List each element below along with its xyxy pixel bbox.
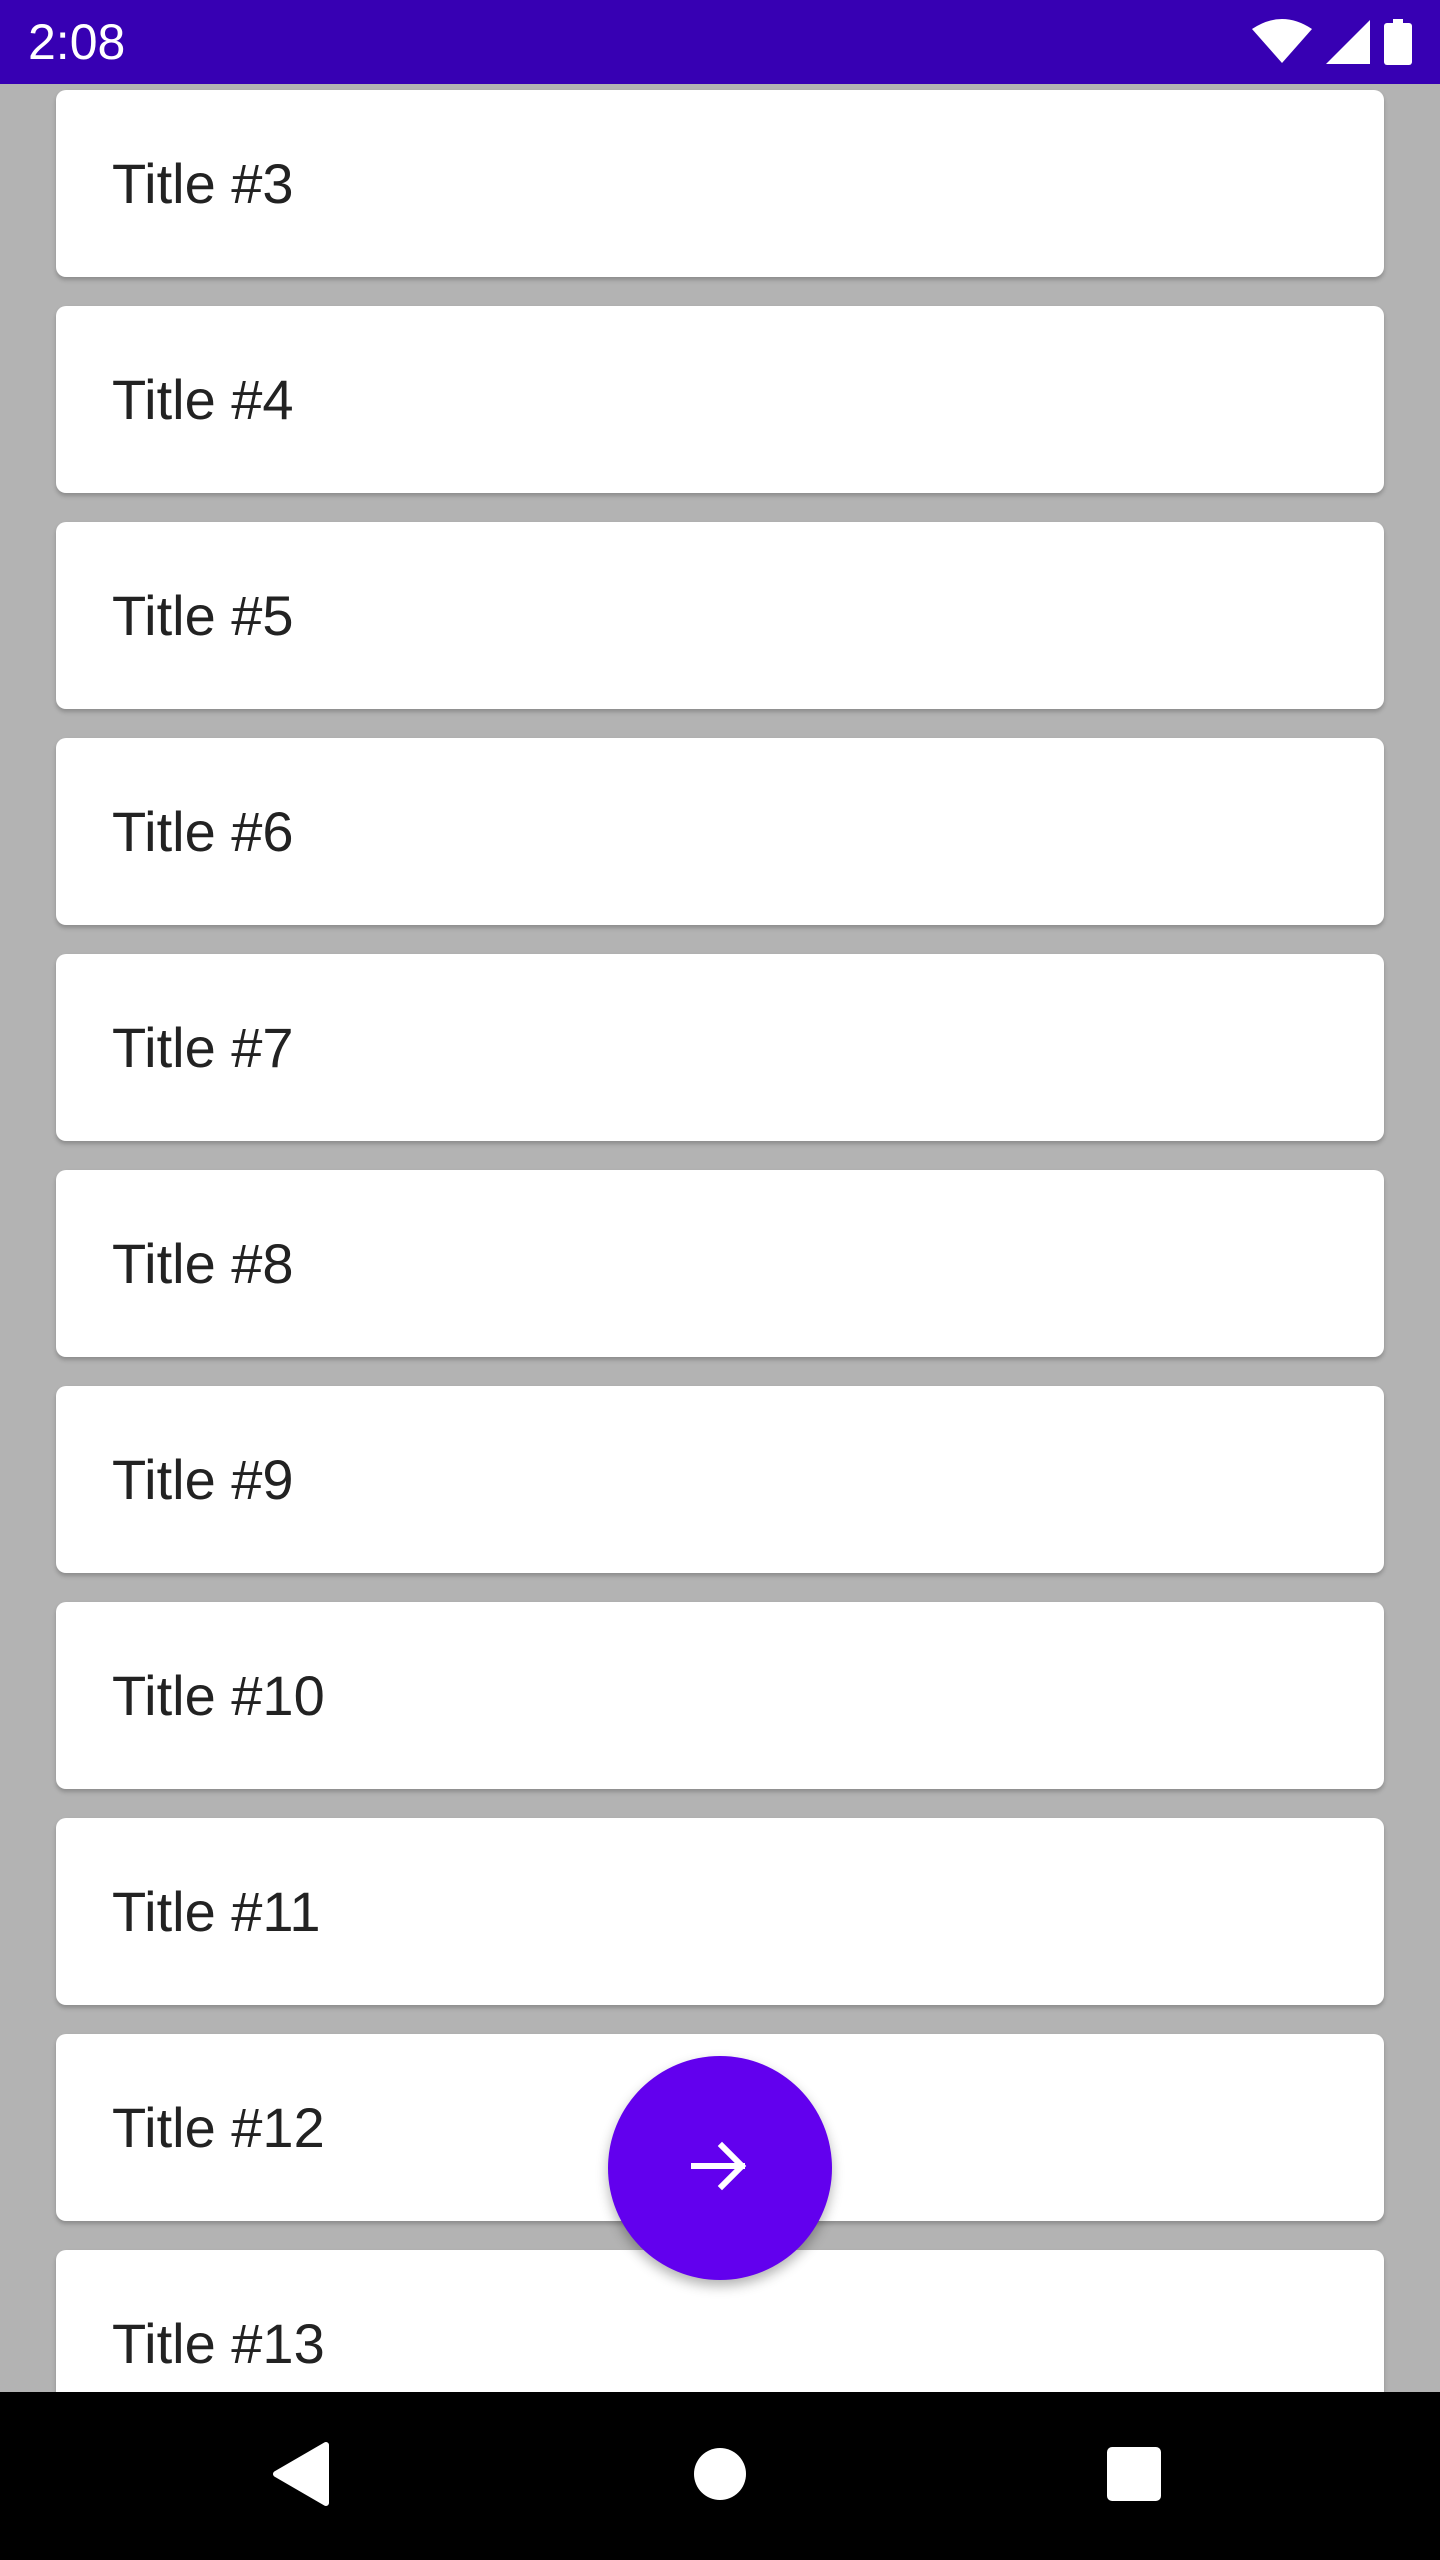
card-title: Title #11	[112, 1880, 321, 1943]
card-title: Title #8	[112, 1232, 294, 1295]
status-time: 2:08	[28, 14, 126, 70]
card-title: Title #5	[112, 584, 294, 647]
recents-button[interactable]	[1074, 2416, 1194, 2536]
list-item-card[interactable]: Title #4	[56, 306, 1384, 493]
list-item-card[interactable]: Title #11	[56, 1818, 1384, 2005]
status-icons	[1252, 19, 1412, 65]
card-title: Title #9	[112, 1448, 294, 1511]
list-item-card[interactable]: Title #10	[56, 1602, 1384, 1789]
list-item-card[interactable]: Title #3	[56, 90, 1384, 277]
card-title: Title #4	[112, 368, 294, 431]
back-button[interactable]	[240, 2416, 360, 2536]
list-item-card[interactable]: Title #8	[56, 1170, 1384, 1357]
card-title: Title #12	[112, 2096, 325, 2159]
card-title: Title #13	[112, 2312, 325, 2375]
app-screen: 2:08 Title #3 Title #4 Title #5 Title #6…	[0, 0, 1440, 2560]
card-list[interactable]: Title #3 Title #4 Title #5 Title #6 Titl…	[0, 84, 1440, 2392]
card-title: Title #10	[112, 1664, 325, 1727]
recents-icon	[1107, 2446, 1161, 2506]
card-title: Title #6	[112, 800, 294, 863]
list-item-card[interactable]: Title #6	[56, 738, 1384, 925]
list-item-card[interactable]: Title #5	[56, 522, 1384, 709]
cellular-signal-icon	[1326, 20, 1370, 64]
back-icon	[270, 2441, 330, 2512]
card-title: Title #7	[112, 1016, 294, 1079]
arrow-forward-icon	[688, 2134, 752, 2203]
battery-icon	[1384, 19, 1412, 65]
home-button[interactable]	[660, 2416, 780, 2536]
home-icon	[693, 2447, 747, 2506]
list-item-card[interactable]: Title #9	[56, 1386, 1384, 1573]
system-navigation-bar	[0, 2392, 1440, 2560]
card-title: Title #3	[112, 152, 294, 215]
next-fab-button[interactable]	[608, 2056, 832, 2280]
status-bar: 2:08	[0, 0, 1440, 84]
wifi-icon	[1252, 19, 1312, 65]
list-item-card[interactable]: Title #7	[56, 954, 1384, 1141]
